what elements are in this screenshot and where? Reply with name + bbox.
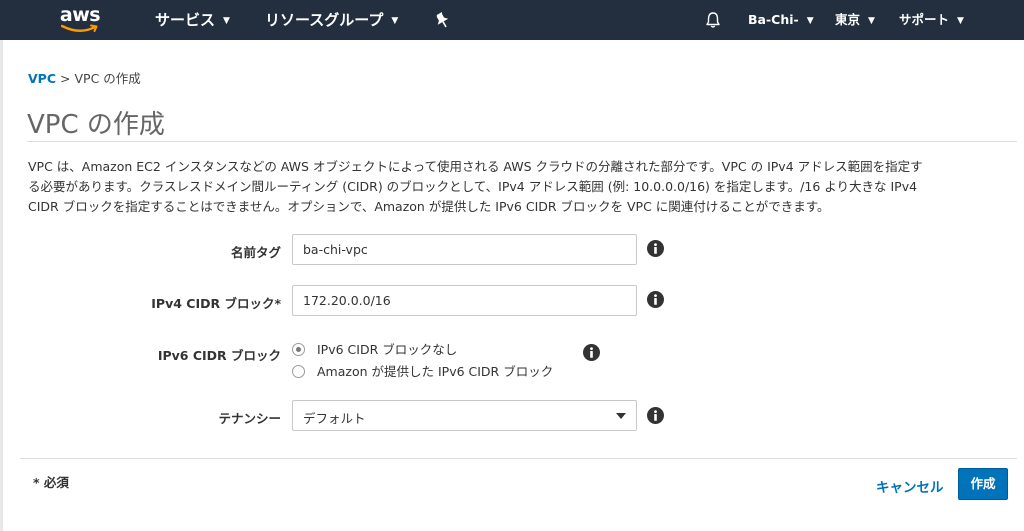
create-button[interactable]: 作成: [958, 468, 1008, 500]
breadcrumb-current: VPC の作成: [74, 71, 141, 86]
ipv6-cidr-label: IPv6 CIDR ブロック: [157, 348, 281, 363]
ipv6-amazon-label: Amazon が提供した IPv6 CIDR ブロック: [317, 364, 554, 379]
title-divider: [27, 141, 1017, 142]
account-menu-label: Ba-Chi-: [748, 12, 799, 27]
dropdown-arrow-icon: [616, 413, 626, 419]
resource-groups-menu-label: リソースグループ: [265, 11, 384, 29]
account-menu[interactable]: Ba-Chi- ▼: [748, 0, 814, 40]
footer-divider: [20, 458, 1017, 459]
region-menu-label: 東京: [835, 12, 861, 27]
description-line: VPC は、Amazon EC2 インスタンスなどの AWS オブジェクトによっ…: [28, 159, 923, 174]
region-menu[interactable]: 東京 ▼: [835, 0, 875, 40]
support-menu-label: サポート: [899, 12, 950, 27]
ipv6-none-radio-option[interactable]: IPv6 CIDR ブロックなし: [292, 339, 457, 358]
aws-logo-text: aws: [59, 4, 101, 26]
info-icon[interactable]: [647, 291, 664, 308]
aws-logo[interactable]: aws: [58, 4, 102, 36]
tenancy-label: テナンシー: [218, 411, 281, 426]
info-icon[interactable]: [647, 240, 664, 257]
chevron-down-icon: ▼: [957, 15, 964, 26]
description-line: る必要があります。クラスレスドメイン間ルーティング (CIDR) のブロックとし…: [28, 179, 918, 194]
required-note: * 必須: [33, 475, 69, 490]
cancel-button[interactable]: キャンセル: [876, 476, 944, 496]
pin-icon[interactable]: [433, 11, 451, 29]
ipv4-cidr-input[interactable]: [292, 285, 637, 316]
info-icon[interactable]: [647, 407, 664, 424]
aws-smile-icon: [61, 24, 98, 32]
resource-groups-menu[interactable]: リソースグループ ▼: [265, 0, 398, 40]
top-navigation-bar: aws サービス ▼ リソースグループ ▼ Ba-Chi- ▼ 東京 ▼ サポート ▼: [0, 0, 1024, 40]
page-description: VPC は、Amazon EC2 インスタンスなどの AWS オブジェクトによっ…: [28, 157, 1003, 217]
page-title: VPC の作成: [27, 110, 165, 140]
breadcrumb-vpc-link[interactable]: VPC: [28, 71, 56, 86]
ipv6-none-radio[interactable]: [292, 343, 305, 356]
chevron-down-icon: ▼: [868, 15, 875, 26]
bell-icon[interactable]: [704, 11, 722, 29]
chevron-down-icon: ▼: [391, 15, 399, 26]
chevron-down-icon: ▼: [806, 15, 814, 26]
ipv6-amazon-radio-option[interactable]: Amazon が提供した IPv6 CIDR ブロック: [292, 361, 553, 380]
support-menu[interactable]: サポート ▼: [899, 0, 964, 40]
services-menu[interactable]: サービス ▼: [155, 0, 230, 40]
services-menu-label: サービス: [155, 11, 216, 29]
chevron-down-icon: ▼: [223, 15, 230, 26]
ipv4-cidr-label: IPv4 CIDR ブロック*: [151, 296, 281, 311]
ipv6-none-label: IPv6 CIDR ブロックなし: [317, 342, 458, 357]
name-tag-input[interactable]: [292, 234, 637, 265]
info-icon[interactable]: [583, 344, 600, 361]
breadcrumb-separator: >: [60, 71, 71, 86]
description-line: CIDR ブロックを指定することはできません。オプションで、Amazon が提供…: [28, 199, 830, 214]
tenancy-selected-value: デフォルト: [303, 411, 366, 426]
name-tag-label: 名前タグ: [230, 245, 281, 260]
left-edge-bar: [0, 40, 3, 531]
ipv6-amazon-radio[interactable]: [292, 365, 305, 378]
tenancy-select[interactable]: デフォルト: [292, 400, 637, 431]
breadcrumb: VPC > VPC の作成: [28, 68, 141, 87]
